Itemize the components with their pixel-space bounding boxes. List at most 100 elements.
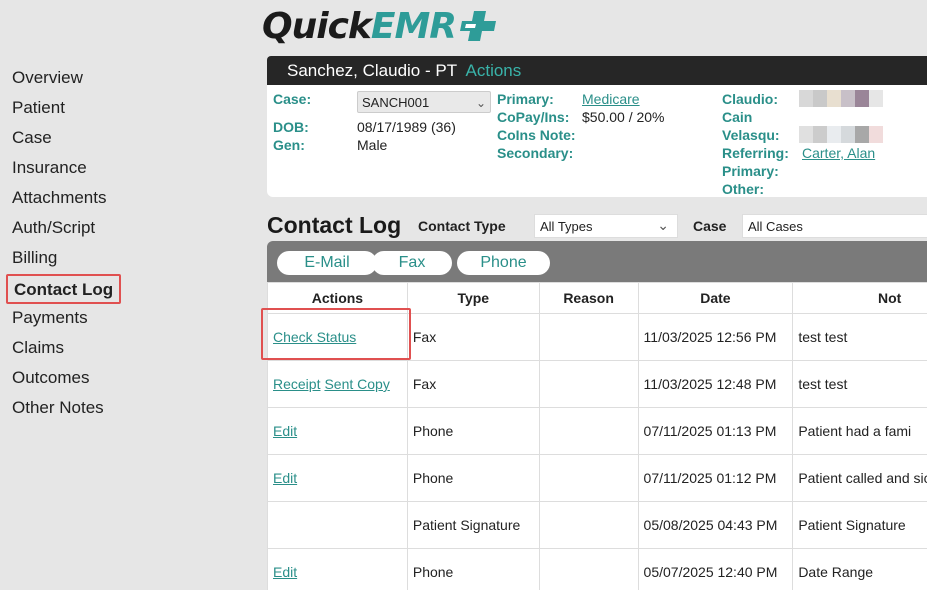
column-header-reason[interactable]: Reason [538,282,639,314]
column-header-date[interactable]: Date [637,282,794,314]
primary-insurance-label: Primary: [497,91,554,107]
date-cell: 07/11/2025 01:13 PM [637,407,794,455]
type-cell: Fax [406,313,540,361]
gender-label: Gen: [273,137,305,153]
page-title: Contact Log [267,212,402,238]
reason-cell [538,360,639,408]
case-filter-value: All Cases [748,219,803,234]
reason-cell [538,501,639,549]
date-cell: 11/03/2025 12:56 PM [637,313,794,361]
notes-cell: Date Range [792,548,927,590]
notes-cell: test test [792,313,927,361]
sidebar-item-overview[interactable]: Overview [0,66,250,96]
type-cell: Phone [406,454,540,502]
patient-actions-link[interactable]: Actions [466,61,522,80]
notes-cell: Patient Signature [792,501,927,549]
table-row: Edit Phone 05/07/2025 12:40 PM Date Rang… [267,548,927,590]
copay-value: $50.00 / 20% [582,109,665,125]
check-status-link[interactable]: Check Status [273,329,356,345]
reason-cell [538,548,639,590]
type-cell: Fax [406,360,540,408]
type-cell: Phone [406,548,540,590]
sidebar-item-contact-log[interactable]: Contact Log [6,274,122,304]
redacted-value-2 [799,126,883,143]
phone-button[interactable]: Phone [457,251,550,275]
actions-cell: Edit [267,454,408,502]
fax-button[interactable]: Fax [372,251,452,275]
coins-note-label: CoIns Note: [497,127,576,143]
actions-cell: Edit [267,548,408,590]
other-provider-label: Other: [722,181,764,197]
copay-label: CoPay/Ins: [497,109,570,125]
chevron-down-icon: ⌄ [657,217,669,233]
primary-insurance-link[interactable]: Medicare [582,91,640,107]
actions-cell [267,501,408,549]
sidebar-item-attachments[interactable]: Attachments [0,186,250,216]
actions-cell: Receipt Sent Copy [267,360,408,408]
patient-info-panel: Case: SANCH001 ⌄ DOB: 08/17/1989 (36) Ge… [267,85,927,197]
date-cell: 05/08/2025 04:43 PM [637,501,794,549]
column-header-notes[interactable]: Not [792,282,927,314]
case-filter-label: Case [693,218,727,234]
email-button[interactable]: E-Mail [277,251,377,275]
date-cell: 07/11/2025 01:12 PM [637,454,794,502]
sidebar-nav: Overview Patient Case Insurance Attachme… [0,66,250,426]
velasqu-label: Velasqu: [722,127,780,143]
logo-text-emr: EMR [370,5,457,47]
edit-link[interactable]: Edit [273,564,297,580]
sidebar-item-claims[interactable]: Claims [0,336,250,366]
sidebar-item-auth-script[interactable]: Auth/Script [0,216,250,246]
sidebar-item-billing[interactable]: Billing [0,246,250,276]
sidebar-item-patient[interactable]: Patient [0,96,250,126]
column-header-actions: Actions [267,282,408,314]
referring-provider-link[interactable]: Carter, Alan [802,145,875,161]
sidebar-item-case[interactable]: Case [0,126,250,156]
primary-provider-label: Primary: [722,163,779,179]
cain-label: Cain [722,109,753,125]
gender-value: Male [357,137,388,153]
sidebar-item-other-notes[interactable]: Other Notes [0,396,250,426]
edit-link[interactable]: Edit [273,470,297,486]
dob-value: 08/17/1989 (36) [357,119,456,135]
patient-name: Sanchez, Claudio - PT [287,61,457,80]
plus-logo-icon [460,11,496,41]
reason-cell [538,313,639,361]
sent-copy-link[interactable]: Sent Copy [324,376,389,392]
sidebar-item-outcomes[interactable]: Outcomes [0,366,250,396]
logo-text-quick: Quick [262,5,372,47]
case-label: Case: [273,91,312,107]
table-row: Edit Phone 07/11/2025 01:12 PM Patient c… [267,454,927,502]
sidebar-item-insurance[interactable]: Insurance [0,156,250,186]
table-row: Receipt Sent Copy Fax 11/03/2025 12:48 PM… [267,360,927,408]
contact-type-select[interactable]: All Types ⌄ [534,214,678,238]
reason-cell [538,454,639,502]
case-select[interactable]: SANCH001 ⌄ [357,91,491,113]
date-cell: 11/03/2025 12:48 PM [637,360,794,408]
column-header-type[interactable]: Type [406,282,540,314]
chevron-down-icon: ⌄ [475,96,486,110]
type-cell: Patient Signature [406,501,540,549]
date-cell: 05/07/2025 12:40 PM [637,548,794,590]
redacted-value-1 [799,90,883,107]
quickemr-logo: Quick EMR [262,4,498,48]
sidebar-item-payments[interactable]: Payments [0,306,250,336]
type-cell: Phone [406,407,540,455]
referring-label: Referring: [722,145,789,161]
contact-type-label: Contact Type [418,218,506,234]
table-row: Check Status Fax 11/03/2025 12:56 PM tes… [267,313,927,361]
notes-cell: Patient had a fami [792,407,927,455]
contact-type-value: All Types [540,219,593,234]
patient-header-bar: Sanchez, Claudio - PT Actions [267,56,927,85]
notes-cell: test test [792,360,927,408]
dob-label: DOB: [273,119,309,135]
case-filter-select[interactable]: All Cases [742,214,927,238]
table-row: Edit Phone 07/11/2025 01:13 PM Patient h… [267,407,927,455]
table-row: Patient Signature 05/08/2025 04:43 PM Pa… [267,501,927,549]
actions-cell: Edit [267,407,408,455]
contact-log-table: Actions Type Reason Date Not Check Statu… [267,282,927,590]
edit-link[interactable]: Edit [273,423,297,439]
receipt-link[interactable]: Receipt [273,376,320,392]
actions-cell: Check Status [267,313,408,361]
table-header-row: Actions Type Reason Date Not [267,282,927,314]
secondary-insurance-label: Secondary: [497,145,574,161]
